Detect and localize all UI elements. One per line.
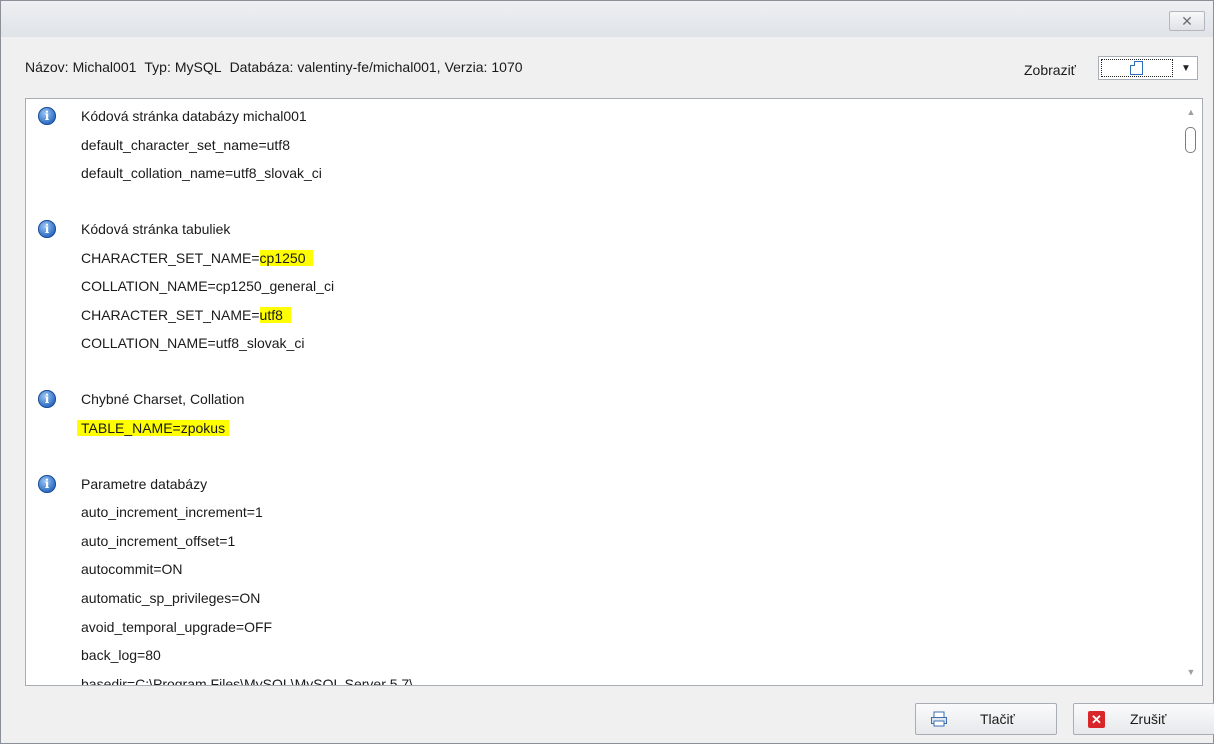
line-value: cp1250: [259, 249, 314, 266]
report-line: auto_increment_increment=1: [81, 499, 263, 525]
info-icon: i: [38, 107, 56, 125]
line-key: auto_increment_offset=: [81, 532, 228, 549]
report-line: CHARACTER_SET_NAME=cp1250: [81, 245, 314, 271]
close-icon: ✕: [1181, 12, 1193, 29]
page-icon: [1130, 61, 1143, 75]
report-line: autocommit=ON: [81, 556, 183, 582]
cancel-button[interactable]: ✕ Zrušiť: [1073, 703, 1214, 735]
cancel-x-icon: ✕: [1088, 711, 1105, 728]
line-value: ON: [239, 589, 261, 606]
report-line: basedir=C:\Program Files\MySQL\MySQL Ser…: [81, 671, 414, 686]
report-line: TABLE_NAME=zpokus: [77, 415, 230, 441]
line-text: TABLE_NAME=zpokus: [77, 419, 230, 436]
name-label: Názov:: [25, 59, 69, 75]
scroll-up-icon[interactable]: ▲: [1184, 105, 1198, 119]
show-label: Zobraziť: [1024, 62, 1076, 78]
line-key: CHARACTER_SET_NAME=: [81, 306, 260, 323]
section-title: Parametre databázy: [81, 475, 208, 492]
report-line: default_collation_name=utf8_slovak_ci: [81, 160, 322, 186]
line-value: OFF: [244, 618, 273, 635]
scroll-thumb[interactable]: [1185, 127, 1196, 153]
line-key: COLLATION_NAME=: [81, 278, 216, 295]
report-line: auto_increment_offset=1: [81, 528, 235, 554]
line-value: zpokus: [180, 419, 226, 436]
section-title: Chybné Charset, Collation: [81, 391, 245, 408]
section-title: Kódová stránka databázy michal001: [81, 108, 307, 124]
line-text: auto_increment_increment=1: [81, 504, 263, 520]
view-mode-selected: [1101, 59, 1173, 77]
info-icon: i: [38, 219, 56, 238]
line-value: 1: [227, 532, 236, 549]
line-text: default_character_set_name=utf8: [81, 137, 290, 153]
print-label: Tlačiť: [980, 711, 1015, 727]
line-text: default_collation_name=utf8_slovak_ci: [81, 165, 322, 181]
line-key: autocommit=: [81, 561, 162, 578]
line-text: COLLATION_NAME=cp1250_general_ci: [81, 278, 334, 294]
line-key: basedir=: [81, 675, 136, 686]
line-key: CHARACTER_SET_NAME=: [81, 249, 260, 266]
line-value: utf8: [266, 136, 290, 153]
line-value: utf8_slovak_ci: [233, 165, 322, 182]
line-value: 80: [145, 647, 161, 664]
type-label: Typ:: [144, 59, 171, 75]
line-key: default_character_set_name=: [81, 136, 267, 153]
report-line: CHARACTER_SET_NAME=utf8: [81, 302, 291, 328]
line-key: auto_increment_increment=: [81, 504, 255, 521]
line-value: utf8_slovak_ci: [215, 335, 305, 352]
line-value: utf8: [259, 306, 291, 323]
line-value: cp1250_general_ci: [215, 278, 335, 295]
line-text: autocommit=ON: [81, 561, 183, 577]
report-line: COLLATION_NAME=cp1250_general_ci: [81, 273, 334, 299]
line-text: auto_increment_offset=1: [81, 533, 235, 549]
info-icon: i: [38, 474, 56, 493]
line-text: avoid_temporal_upgrade=OFF: [81, 619, 272, 635]
info-icon: i: [38, 390, 56, 409]
line-key: automatic_sp_privileges=: [81, 589, 240, 606]
report-line: back_log=80: [81, 642, 161, 668]
line-value: 1: [254, 504, 263, 521]
view-mode-dropdown[interactable]: ▼: [1098, 56, 1198, 80]
line-value: C:\Program Files\MySQL\MySQL Server 5.7\: [135, 675, 414, 686]
report-line: default_character_set_name=utf8: [81, 132, 290, 158]
report-line: automatic_sp_privileges=ON: [81, 585, 260, 611]
line-key: back_log=: [81, 647, 146, 664]
database-value: valentiny-fe/michal001,: [297, 59, 441, 75]
report-line: avoid_temporal_upgrade=OFF: [81, 614, 272, 640]
version-label: Verzia:: [444, 59, 488, 75]
line-key: TABLE_NAME=: [81, 419, 181, 436]
line-text: CHARACTER_SET_NAME=utf8: [81, 306, 291, 323]
close-button[interactable]: ✕: [1169, 11, 1205, 31]
name-value: Michal001: [72, 59, 137, 75]
line-key: default_collation_name=: [81, 165, 234, 182]
chevron-down-icon[interactable]: ▼: [1175, 57, 1197, 79]
type-value: MySQL: [174, 59, 222, 75]
info-bar: Názov: Michal001 Typ: MySQL Databáza: valenti…: [13, 45, 1207, 91]
database-label: Databáza:: [229, 59, 294, 75]
line-text: CHARACTER_SET_NAME=cp1250: [81, 249, 314, 266]
line-key: avoid_temporal_upgrade=: [81, 618, 245, 635]
title-bar: ✕: [1, 1, 1213, 37]
version-value: 1070: [491, 59, 523, 75]
printer-icon: [931, 711, 947, 727]
cancel-label: Zrušiť: [1130, 711, 1167, 727]
line-text: COLLATION_NAME=utf8_slovak_ci: [81, 335, 304, 351]
line-text: back_log=80: [81, 647, 161, 663]
scroll-down-icon[interactable]: ▼: [1184, 665, 1198, 679]
line-value: ON: [161, 561, 183, 578]
section-title: Kódová stránka tabuliek: [81, 220, 231, 237]
vertical-scrollbar[interactable]: ▲ ▼: [1180, 99, 1202, 685]
dialog-window: ✕ Názov: Michal001 Typ: MySQL Databáza: valen…: [0, 0, 1214, 744]
line-text: automatic_sp_privileges=ON: [81, 590, 260, 606]
line-text: basedir=C:\Program Files\MySQL\MySQL Ser…: [81, 675, 414, 686]
print-button[interactable]: Tlačiť: [915, 703, 1057, 735]
report-line: COLLATION_NAME=utf8_slovak_ci: [81, 330, 304, 356]
report-content[interactable]: i Kódová stránka databázy michal001 defaul…: [25, 98, 1203, 686]
line-key: COLLATION_NAME=: [81, 335, 216, 352]
database-info: Názov: Michal001 Typ: MySQL Databáza: valenti…: [25, 59, 523, 75]
